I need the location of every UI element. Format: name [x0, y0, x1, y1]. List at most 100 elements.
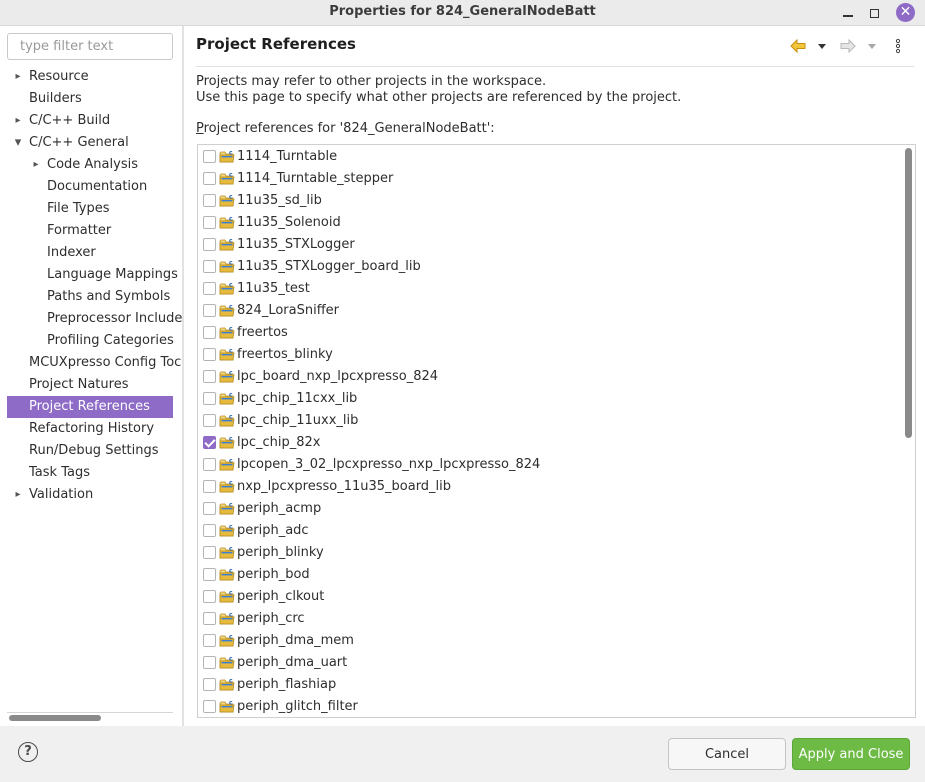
project-checkbox[interactable]	[203, 655, 216, 669]
window-title: Properties for 824_GeneralNodeBatt	[329, 4, 596, 19]
tree-item[interactable]: ▾ C/C++ General	[0, 132, 182, 154]
project-checkbox[interactable]	[203, 347, 216, 361]
tree-item[interactable]: File Types	[0, 198, 182, 220]
project-checkbox[interactable]	[203, 325, 216, 339]
tree-item[interactable]: Formatter	[0, 220, 182, 242]
project-checkbox[interactable]	[203, 391, 216, 405]
list-item[interactable]: c 11u35_sd_lib	[198, 189, 898, 211]
maximize-button[interactable]	[864, 3, 884, 23]
project-name: freertos	[237, 324, 288, 340]
forward-dropdown-icon[interactable]	[867, 38, 877, 54]
tree-item[interactable]: Indexer	[0, 242, 182, 264]
project-name: lpc_chip_11cxx_lib	[237, 390, 358, 406]
tree-item-label: Resource	[29, 69, 89, 84]
project-checkbox[interactable]	[203, 193, 216, 207]
tree-item[interactable]: ▸ Code Analysis	[0, 154, 182, 176]
list-item[interactable]: c periph_dma_mem	[198, 629, 898, 651]
forward-arrow-icon[interactable]	[840, 38, 856, 54]
c-project-folder-icon: c	[219, 546, 235, 559]
tree-item[interactable]: Refactoring History	[0, 418, 182, 440]
list-item[interactable]: c periph_bod	[198, 563, 898, 585]
project-checkbox[interactable]	[203, 457, 216, 471]
filter-input[interactable]	[7, 33, 173, 60]
collapsed-arrow-icon[interactable]: ▸	[12, 110, 24, 132]
tree-item[interactable]: Profiling Categories	[0, 330, 182, 352]
back-arrow-icon[interactable]	[790, 38, 806, 54]
left-horizontal-scrollbar[interactable]	[9, 715, 101, 721]
page-description: Projects may refer to other projects in …	[196, 74, 681, 106]
project-checkbox[interactable]	[203, 149, 216, 163]
list-item[interactable]: c lpc_chip_11uxx_lib	[198, 409, 898, 431]
list-item[interactable]: c 11u35_Solenoid	[198, 211, 898, 233]
project-checkbox[interactable]	[203, 699, 216, 713]
back-dropdown-icon[interactable]	[817, 38, 827, 54]
list-item[interactable]: c 11u35_STXLogger	[198, 233, 898, 255]
list-item[interactable]: c lpcopen_3_02_lpcxpresso_nxp_lpcxpresso_…	[198, 453, 898, 475]
list-item[interactable]: c periph_clkout	[198, 585, 898, 607]
project-checkbox[interactable]	[203, 567, 216, 581]
project-checkbox[interactable]	[203, 281, 216, 295]
list-item[interactable]: c periph_crc	[198, 607, 898, 629]
list-item[interactable]: c lpc_chip_82x	[198, 431, 898, 453]
project-reference-list[interactable]: c 1114_Turntable c 1114_Turntable_stepper c 1…	[197, 144, 916, 718]
project-checkbox[interactable]	[203, 677, 216, 691]
project-checkbox[interactable]	[203, 215, 216, 229]
project-checkbox[interactable]	[203, 589, 216, 603]
project-checkbox[interactable]	[203, 523, 216, 537]
list-item[interactable]: c 1114_Turntable_stepper	[198, 167, 898, 189]
list-vertical-scrollbar[interactable]	[905, 148, 912, 438]
help-icon[interactable]: ?	[18, 742, 38, 762]
tree-item[interactable]: ▸ Resource	[0, 66, 182, 88]
list-item[interactable]: c freertos_blinky	[198, 343, 898, 365]
project-checkbox[interactable]	[203, 171, 216, 185]
tree-item[interactable]: Preprocessor Include	[0, 308, 182, 330]
project-checkbox[interactable]	[203, 303, 216, 317]
list-item[interactable]: c periph_flashiap	[198, 673, 898, 695]
tree-item[interactable]: Paths and Symbols	[0, 286, 182, 308]
list-item[interactable]: c 824_LoraSniffer	[198, 299, 898, 321]
project-checkbox[interactable]	[203, 479, 216, 493]
tree-item[interactable]: MCUXpresso Config Toc	[0, 352, 182, 374]
tree-item[interactable]: Task Tags	[0, 462, 182, 484]
list-item[interactable]: c nxp_lpcxpresso_11u35_board_lib	[198, 475, 898, 497]
tree-item[interactable]: Project References	[7, 396, 173, 418]
list-item[interactable]: c periph_acmp	[198, 497, 898, 519]
tree-item[interactable]: Language Mappings	[0, 264, 182, 286]
project-checkbox[interactable]	[203, 611, 216, 625]
project-checkbox[interactable]	[203, 633, 216, 647]
cancel-button[interactable]: Cancel	[668, 738, 786, 770]
list-item[interactable]: c lpc_chip_11cxx_lib	[198, 387, 898, 409]
minimize-button[interactable]	[838, 3, 858, 23]
tree-item[interactable]: Builders	[0, 88, 182, 110]
expanded-arrow-icon[interactable]: ▾	[12, 132, 24, 154]
project-checkbox[interactable]	[203, 435, 216, 449]
project-checkbox[interactable]	[203, 259, 216, 273]
tree-item[interactable]: Documentation	[0, 176, 182, 198]
list-item[interactable]: c 1114_Turntable	[198, 145, 898, 167]
collapsed-arrow-icon[interactable]: ▸	[12, 66, 24, 88]
collapsed-arrow-icon[interactable]: ▸	[30, 154, 42, 176]
c-project-folder-icon: c	[219, 392, 235, 405]
list-item[interactable]: c freertos	[198, 321, 898, 343]
tree-item[interactable]: ▸ Validation	[0, 484, 182, 506]
list-item[interactable]: c periph_blinky	[198, 541, 898, 563]
tree-item[interactable]: Project Natures	[0, 374, 182, 396]
list-item[interactable]: c periph_glitch_filter	[198, 695, 898, 717]
project-checkbox[interactable]	[203, 545, 216, 559]
project-checkbox[interactable]	[203, 237, 216, 251]
list-item[interactable]: c periph_adc	[198, 519, 898, 541]
vertical-ellipsis-icon[interactable]	[893, 38, 903, 54]
collapsed-arrow-icon[interactable]: ▸	[12, 484, 24, 506]
apply-and-close-button[interactable]: Apply and Close	[792, 738, 910, 770]
tree-item[interactable]: Run/Debug Settings	[0, 440, 182, 462]
project-checkbox[interactable]	[203, 501, 216, 515]
project-checkbox[interactable]	[203, 369, 216, 383]
c-project-folder-icon: c	[219, 678, 235, 691]
list-item[interactable]: c 11u35_test	[198, 277, 898, 299]
tree-item[interactable]: ▸ C/C++ Build	[0, 110, 182, 132]
project-checkbox[interactable]	[203, 413, 216, 427]
list-item[interactable]: c 11u35_STXLogger_board_lib	[198, 255, 898, 277]
close-button[interactable]: ✕	[896, 3, 915, 22]
list-item[interactable]: c lpc_board_nxp_lpcxpresso_824	[198, 365, 898, 387]
list-item[interactable]: c periph_dma_uart	[198, 651, 898, 673]
